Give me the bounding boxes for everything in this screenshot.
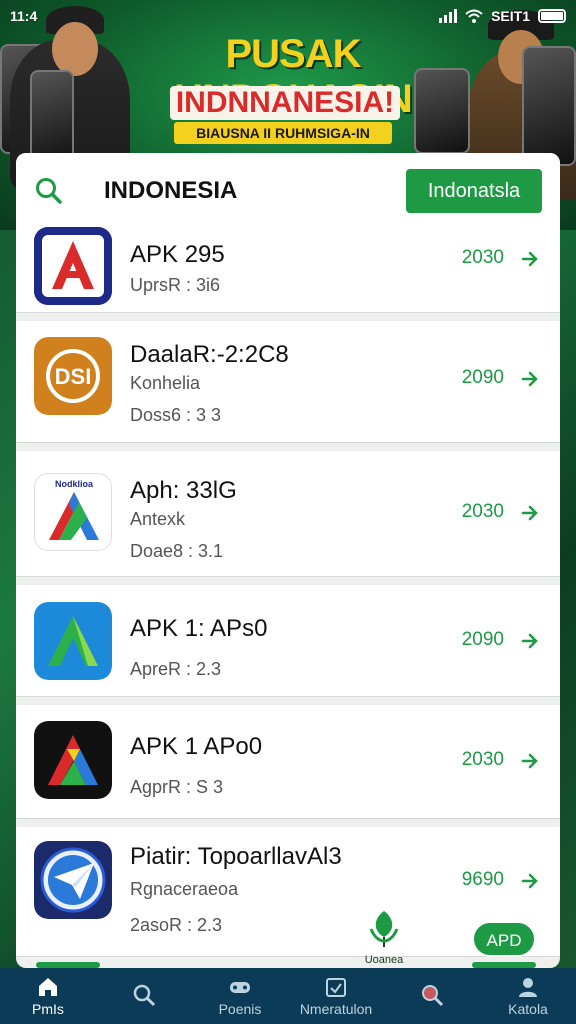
status-bar: 11:4 SEIT1	[0, 0, 576, 32]
app-version: UprsR : 3i6	[130, 275, 221, 295]
app-version: Doss6 : 3 3	[130, 405, 222, 425]
arrow-right-icon[interactable]	[520, 751, 540, 771]
home-icon	[39, 978, 57, 996]
app-list-card: INDONESIA Indonatsla APK 295 UprsR : 3i6…	[16, 153, 560, 968]
person-icon	[519, 978, 537, 997]
nav-updates[interactable]: Nmeratulon	[288, 975, 384, 1017]
leaf-logo: Uoanea	[354, 909, 414, 966]
svg-text:Nodklioa: Nodklioa	[55, 479, 94, 489]
app-name: APK 1: APs0	[130, 615, 268, 642]
paper-plane-emblem-icon	[34, 841, 112, 919]
app-list-item[interactable]: APK 1 APo0 AgprR : S 3 2030	[16, 705, 560, 819]
app-version: AgprR : S 3	[130, 777, 224, 797]
app-size: 2090	[461, 629, 504, 650]
search-icon	[133, 984, 156, 1007]
arrow-right-icon[interactable]	[520, 503, 540, 523]
app-developer: Antexk	[130, 509, 186, 529]
nav-explore[interactable]	[384, 983, 480, 1009]
app-developer: Rgnaceraeoa	[130, 879, 239, 899]
a-tricolor-icon: Nodklioa	[34, 473, 112, 551]
app-list-item[interactable]: DSI DaalaR:-2:2C8 Konhelia Doss6 : 3 3 2…	[16, 321, 560, 443]
app-size: 2030	[461, 749, 504, 770]
app-name: APK 1 APo0	[130, 733, 263, 760]
arrow-right-icon[interactable]	[520, 369, 540, 389]
gamepad-icon	[230, 982, 250, 993]
search-icon[interactable]	[34, 176, 64, 206]
arrow-right-icon[interactable]	[520, 631, 540, 651]
app-list: APK 295 UprsR : 3i6 2030 DSI DaalaR:-2:2…	[16, 223, 560, 965]
banner-tagline: BIAUSNA II RUHMSIGA-IN	[174, 122, 392, 144]
phone-image	[30, 70, 74, 162]
nav-label: PmIs	[32, 1001, 64, 1017]
calendar-check-icon	[326, 978, 346, 997]
nav-home[interactable]: PmIs	[0, 975, 96, 1017]
wifi-icon	[465, 9, 483, 23]
bottom-navigation: PmIs Poenis Nmeratulon Katola	[0, 968, 576, 1024]
app-name: Aph: 33lG	[130, 477, 237, 504]
signal-icon	[439, 9, 458, 23]
app-version: Doae8 : 3.1	[130, 541, 224, 561]
a-red-icon	[34, 227, 112, 305]
svg-text:DSI: DSI	[55, 364, 92, 389]
phone-image	[522, 46, 576, 166]
magnifier-icon	[422, 985, 444, 1007]
app-developer: Konhelia	[130, 373, 201, 393]
nav-games[interactable]: Poenis	[192, 975, 288, 1017]
nav-label: Katola	[508, 1001, 548, 1017]
app-list-item[interactable]: APK 1: APs0 ApreR : 2.3 2090	[16, 585, 560, 697]
banner-subtitle: INDNNANESIA!	[170, 86, 400, 120]
app-name: APK 295	[130, 241, 225, 268]
center-caption: Uoanea	[364, 954, 404, 966]
arrow-right-icon[interactable]	[520, 249, 540, 269]
app-size: 2030	[461, 247, 504, 268]
dsi-orange-icon: DSI	[34, 337, 112, 415]
nav-label: Poenis	[218, 1001, 262, 1017]
app-size: 2030	[461, 501, 504, 522]
app-list-item[interactable]: Nodklioa Aph: 33lG Antexk Doae8 : 3.1 20…	[16, 451, 560, 577]
leaf-icon	[369, 911, 399, 947]
nav-profile[interactable]: Katola	[480, 975, 576, 1017]
apk-button[interactable]: APD	[472, 921, 536, 957]
app-size: 9690	[461, 869, 504, 890]
search-input[interactable]: INDONESIA	[104, 177, 406, 205]
battery-icon	[538, 9, 566, 23]
arrow-right-icon[interactable]	[520, 871, 540, 891]
status-time: 11:4	[10, 8, 38, 24]
app-name: Piatir: TopoarllavAl3	[130, 843, 342, 870]
search-bar[interactable]: INDONESIA Indonatsla	[16, 153, 560, 229]
app-name: DaalaR:-2:2C8	[130, 341, 289, 368]
app-size: 2090	[461, 367, 504, 388]
nav-label: Nmeratulon	[299, 1001, 373, 1017]
app-list-item[interactable]: APK 295 UprsR : 3i6 2030	[16, 223, 560, 313]
a-dark-rainbow-icon	[34, 721, 112, 799]
status-carrier: SEIT1	[491, 8, 530, 24]
app-version: ApreR : 2.3	[130, 659, 222, 679]
nav-search[interactable]	[96, 983, 192, 1009]
a-green-blue-icon	[34, 602, 112, 680]
search-button[interactable]: Indonatsla	[406, 168, 542, 213]
app-version: 2asoR : 2.3	[130, 915, 223, 935]
